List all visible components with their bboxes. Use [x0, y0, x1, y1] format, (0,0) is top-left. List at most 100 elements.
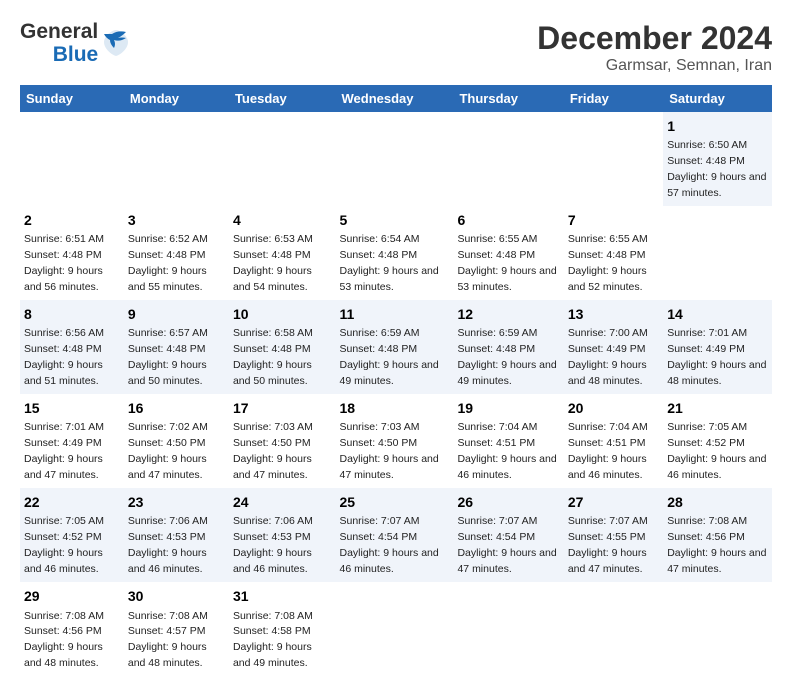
sunset-text: Sunset: 4:48 PM — [24, 249, 102, 261]
sunrise-text: Sunrise: 7:07 AM — [568, 515, 648, 527]
daylight-text: Daylight: 9 hours and 53 minutes. — [457, 265, 556, 293]
column-header-thursday: Thursday — [453, 85, 563, 112]
day-number: 30 — [128, 586, 225, 606]
sunrise-text: Sunrise: 6:59 AM — [457, 327, 537, 339]
day-number: 21 — [667, 398, 768, 418]
calendar-cell — [453, 582, 563, 676]
daylight-text: Daylight: 9 hours and 55 minutes. — [128, 265, 207, 293]
daylight-text: Daylight: 9 hours and 51 minutes. — [24, 359, 103, 387]
column-header-tuesday: Tuesday — [229, 85, 336, 112]
calendar-cell: 6 Sunrise: 6:55 AM Sunset: 4:48 PM Dayli… — [453, 206, 563, 300]
daylight-text: Daylight: 9 hours and 46 minutes. — [340, 547, 439, 575]
daylight-text: Daylight: 9 hours and 46 minutes. — [568, 453, 647, 481]
day-number: 2 — [24, 210, 120, 230]
day-number: 26 — [457, 492, 559, 512]
calendar-week-row: 8 Sunrise: 6:56 AM Sunset: 4:48 PM Dayli… — [20, 300, 772, 394]
calendar-cell: 30 Sunrise: 7:08 AM Sunset: 4:57 PM Dayl… — [124, 582, 229, 676]
sunrise-text: Sunrise: 7:03 AM — [340, 421, 420, 433]
daylight-text: Daylight: 9 hours and 48 minutes. — [24, 641, 103, 669]
calendar-week-row: 29 Sunrise: 7:08 AM Sunset: 4:56 PM Dayl… — [20, 582, 772, 676]
day-number: 27 — [568, 492, 659, 512]
calendar-cell: 15 Sunrise: 7:01 AM Sunset: 4:49 PM Dayl… — [20, 394, 124, 488]
calendar-cell: 5 Sunrise: 6:54 AM Sunset: 4:48 PM Dayli… — [336, 206, 454, 300]
sunset-text: Sunset: 4:48 PM — [128, 343, 206, 355]
calendar-cell: 10 Sunrise: 6:58 AM Sunset: 4:48 PM Dayl… — [229, 300, 336, 394]
day-number: 5 — [340, 210, 450, 230]
sunrise-text: Sunrise: 6:59 AM — [340, 327, 420, 339]
calendar-week-row: 2 Sunrise: 6:51 AM Sunset: 4:48 PM Dayli… — [20, 206, 772, 300]
calendar-cell: 13 Sunrise: 7:00 AM Sunset: 4:49 PM Dayl… — [564, 300, 663, 394]
daylight-text: Daylight: 9 hours and 53 minutes. — [340, 265, 439, 293]
day-number: 1 — [667, 116, 768, 136]
calendar-cell — [124, 112, 229, 206]
day-number: 28 — [667, 492, 768, 512]
calendar-cell: 28 Sunrise: 7:08 AM Sunset: 4:56 PM Dayl… — [663, 488, 772, 582]
calendar-cell: 16 Sunrise: 7:02 AM Sunset: 4:50 PM Dayl… — [124, 394, 229, 488]
daylight-text: Daylight: 9 hours and 47 minutes. — [457, 547, 556, 575]
calendar-cell: 4 Sunrise: 6:53 AM Sunset: 4:48 PM Dayli… — [229, 206, 336, 300]
sunset-text: Sunset: 4:48 PM — [24, 343, 102, 355]
daylight-text: Daylight: 9 hours and 52 minutes. — [568, 265, 647, 293]
sunset-text: Sunset: 4:50 PM — [233, 437, 311, 449]
sunrise-text: Sunrise: 6:54 AM — [340, 233, 420, 245]
sunrise-text: Sunrise: 6:56 AM — [24, 327, 104, 339]
sunrise-text: Sunrise: 6:50 AM — [667, 139, 747, 151]
day-number: 22 — [24, 492, 120, 512]
column-header-sunday: Sunday — [20, 85, 124, 112]
sunset-text: Sunset: 4:51 PM — [457, 437, 535, 449]
sunset-text: Sunset: 4:48 PM — [233, 249, 311, 261]
sunrise-text: Sunrise: 7:03 AM — [233, 421, 313, 433]
calendar-week-row: 15 Sunrise: 7:01 AM Sunset: 4:49 PM Dayl… — [20, 394, 772, 488]
sunset-text: Sunset: 4:58 PM — [233, 625, 311, 637]
sunset-text: Sunset: 4:49 PM — [667, 343, 745, 355]
sunset-text: Sunset: 4:49 PM — [24, 437, 102, 449]
daylight-text: Daylight: 9 hours and 49 minutes. — [233, 641, 312, 669]
column-header-friday: Friday — [564, 85, 663, 112]
calendar-cell — [663, 582, 772, 676]
sunrise-text: Sunrise: 6:58 AM — [233, 327, 313, 339]
sunrise-text: Sunrise: 7:05 AM — [667, 421, 747, 433]
column-header-wednesday: Wednesday — [336, 85, 454, 112]
daylight-text: Daylight: 9 hours and 48 minutes. — [667, 359, 766, 387]
sunrise-text: Sunrise: 7:05 AM — [24, 515, 104, 527]
sunset-text: Sunset: 4:52 PM — [24, 531, 102, 543]
calendar-cell — [229, 112, 336, 206]
day-number: 31 — [233, 586, 332, 606]
page-title: December 2024 — [537, 20, 772, 57]
page-header: General Blue December 2024 Garmsar, Semn… — [20, 20, 772, 75]
sunset-text: Sunset: 4:50 PM — [340, 437, 418, 449]
daylight-text: Daylight: 9 hours and 46 minutes. — [457, 453, 556, 481]
daylight-text: Daylight: 9 hours and 48 minutes. — [568, 359, 647, 387]
day-number: 15 — [24, 398, 120, 418]
calendar-cell: 18 Sunrise: 7:03 AM Sunset: 4:50 PM Dayl… — [336, 394, 454, 488]
day-number: 17 — [233, 398, 332, 418]
day-number: 9 — [128, 304, 225, 324]
sunset-text: Sunset: 4:48 PM — [568, 249, 646, 261]
calendar-cell: 11 Sunrise: 6:59 AM Sunset: 4:48 PM Dayl… — [336, 300, 454, 394]
column-header-saturday: Saturday — [663, 85, 772, 112]
sunrise-text: Sunrise: 6:51 AM — [24, 233, 104, 245]
calendar-cell: 2 Sunrise: 6:51 AM Sunset: 4:48 PM Dayli… — [20, 206, 124, 300]
calendar-week-row: 1 Sunrise: 6:50 AM Sunset: 4:48 PM Dayli… — [20, 112, 772, 206]
sunrise-text: Sunrise: 7:01 AM — [24, 421, 104, 433]
sunset-text: Sunset: 4:50 PM — [128, 437, 206, 449]
calendar-cell: 24 Sunrise: 7:06 AM Sunset: 4:53 PM Dayl… — [229, 488, 336, 582]
day-number: 23 — [128, 492, 225, 512]
day-number: 7 — [568, 210, 659, 230]
sunrise-text: Sunrise: 7:04 AM — [568, 421, 648, 433]
sunrise-text: Sunrise: 7:00 AM — [568, 327, 648, 339]
day-number: 4 — [233, 210, 332, 230]
sunset-text: Sunset: 4:53 PM — [128, 531, 206, 543]
daylight-text: Daylight: 9 hours and 49 minutes. — [457, 359, 556, 387]
sunset-text: Sunset: 4:48 PM — [340, 249, 418, 261]
calendar-cell: 20 Sunrise: 7:04 AM Sunset: 4:51 PM Dayl… — [564, 394, 663, 488]
calendar-cell: 14 Sunrise: 7:01 AM Sunset: 4:49 PM Dayl… — [663, 300, 772, 394]
sunrise-text: Sunrise: 6:55 AM — [568, 233, 648, 245]
daylight-text: Daylight: 9 hours and 47 minutes. — [233, 453, 312, 481]
daylight-text: Daylight: 9 hours and 50 minutes. — [233, 359, 312, 387]
day-number: 13 — [568, 304, 659, 324]
sunrise-text: Sunrise: 7:06 AM — [128, 515, 208, 527]
sunrise-text: Sunrise: 7:07 AM — [457, 515, 537, 527]
daylight-text: Daylight: 9 hours and 47 minutes. — [667, 547, 766, 575]
day-number: 3 — [128, 210, 225, 230]
